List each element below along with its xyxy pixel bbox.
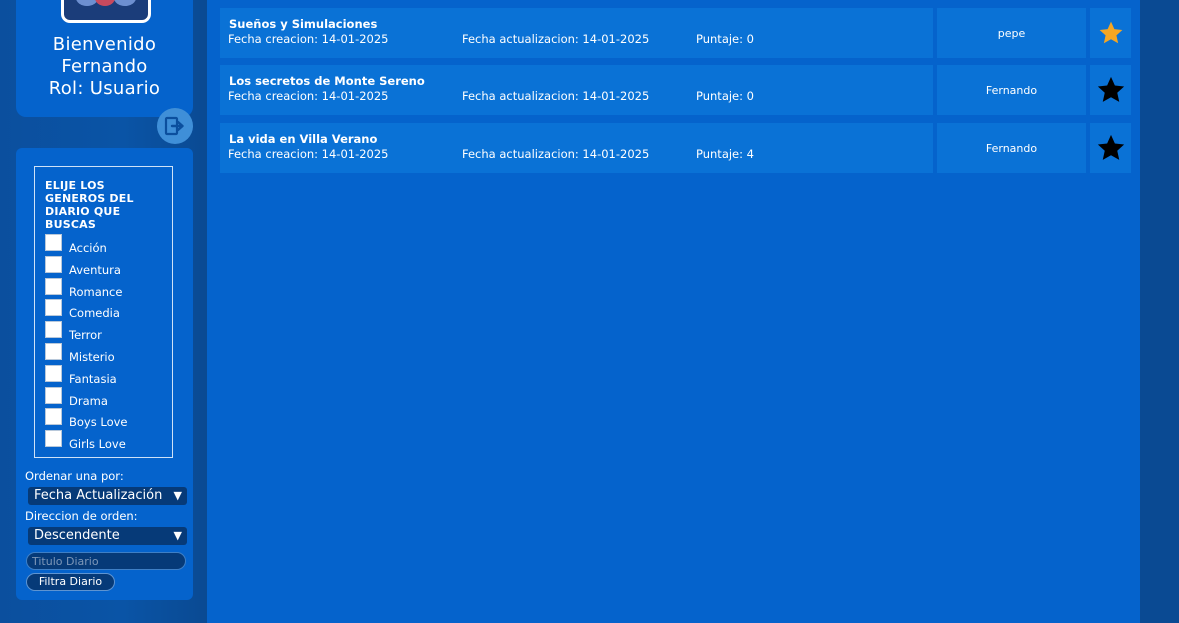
diary-info[interactable]: Los secretos de Monte Sereno Fecha creac… <box>220 65 933 115</box>
genre-label: Romance <box>69 284 123 299</box>
title-search-input[interactable] <box>26 552 186 570</box>
direction-select-value: Descendente <box>34 528 120 543</box>
diary-row: Sueños y Simulaciones Fecha creacion: 14… <box>220 8 1131 58</box>
diary-info[interactable]: La vida en Villa Verano Fecha creacion: … <box>220 123 933 173</box>
logout-button[interactable] <box>157 108 193 144</box>
diary-row: Los secretos de Monte Sereno Fecha creac… <box>220 65 1131 115</box>
sort-label: Ordenar una por: <box>25 469 124 483</box>
direction-label: Direccion de orden: <box>25 509 138 523</box>
user-role: Rol: Usuario <box>48 78 161 99</box>
diary-title: Sueños y Simulaciones <box>229 17 378 31</box>
genre-checkbox-aventura[interactable] <box>45 255 62 273</box>
genre-label: Boys Love <box>69 415 128 430</box>
diary-created: Fecha creacion: 14-01-2025 <box>228 32 389 46</box>
genre-checkbox-boys-love[interactable] <box>45 408 62 426</box>
diary-author: Fernando <box>937 65 1086 115</box>
right-margin <box>1140 0 1179 623</box>
genre-label: Girls Love <box>69 437 126 452</box>
genre-label: Comedia <box>69 306 120 321</box>
star-icon <box>1097 134 1124 160</box>
filter-panel: ELIJE LOS GENEROS DEL DIARIO QUE BUSCAS … <box>16 148 193 600</box>
genre-label: Drama <box>69 393 108 408</box>
user-name: Fernando <box>61 56 148 77</box>
genre-checkbox-accion[interactable] <box>45 234 62 251</box>
diary-updated: Fecha actualizacion: 14-01-2025 <box>462 32 650 46</box>
sort-select[interactable]: Fecha Actualización ▼ <box>28 487 187 505</box>
diary-title: Los secretos de Monte Sereno <box>229 74 425 88</box>
chevron-down-icon: ▼ <box>173 529 182 542</box>
genre-label: Fantasia <box>69 371 117 386</box>
diary-score: Puntaje: 0 <box>696 89 754 103</box>
direction-select[interactable]: Descendente ▼ <box>28 527 187 545</box>
genre-box: ELIJE LOS GENEROS DEL DIARIO QUE BUSCAS … <box>34 166 173 458</box>
genre-title: ELIJE LOS GENEROS DEL DIARIO QUE BUSCAS <box>45 179 134 231</box>
diary-updated: Fecha actualizacion: 14-01-2025 <box>462 147 650 161</box>
diary-title: La vida en Villa Verano <box>229 132 378 146</box>
genre-label: Aventura <box>69 262 121 277</box>
avatar-wing-right <box>114 0 136 6</box>
genre-checkbox-comedia[interactable] <box>45 299 62 317</box>
diary-created: Fecha creacion: 14-01-2025 <box>228 89 389 103</box>
diary-updated: Fecha actualizacion: 14-01-2025 <box>462 89 650 103</box>
genre-label: Terror <box>69 328 102 343</box>
avatar-center <box>95 0 115 6</box>
genre-label: Acción <box>69 241 107 255</box>
favorite-button[interactable] <box>1090 8 1131 58</box>
logout-icon <box>164 116 184 136</box>
favorite-button[interactable] <box>1090 65 1131 115</box>
welcome-message: Bienvenido Fernando Rol: Usuario <box>16 34 193 100</box>
diary-author: Fernando <box>937 123 1086 173</box>
favorite-button[interactable] <box>1090 123 1131 173</box>
genre-checkbox-terror[interactable] <box>45 321 62 339</box>
genre-checkbox-girls-love[interactable] <box>45 430 62 448</box>
sort-select-value: Fecha Actualización <box>34 488 163 503</box>
diary-score: Puntaje: 4 <box>696 147 754 161</box>
avatar <box>61 0 151 23</box>
chevron-down-icon: ▼ <box>173 489 182 502</box>
diary-info[interactable]: Sueños y Simulaciones Fecha creacion: 14… <box>220 8 933 58</box>
genre-checkbox-drama[interactable] <box>45 386 62 404</box>
diary-score: Puntaje: 0 <box>696 32 754 46</box>
genre-label: Misterio <box>69 349 115 364</box>
diary-created: Fecha creacion: 14-01-2025 <box>228 147 389 161</box>
star-icon <box>1099 21 1122 44</box>
star-icon <box>1097 76 1124 102</box>
filter-button[interactable]: Filtra Diario <box>26 573 115 591</box>
genre-checkbox-romance[interactable] <box>45 277 62 295</box>
genre-checkbox-misterio[interactable] <box>45 342 62 360</box>
welcome-text: Bienvenido <box>52 34 157 55</box>
diary-author: pepe <box>937 8 1086 58</box>
diary-row: La vida en Villa Verano Fecha creacion: … <box>220 123 1131 173</box>
genre-checkbox-fantasia[interactable] <box>45 364 62 382</box>
